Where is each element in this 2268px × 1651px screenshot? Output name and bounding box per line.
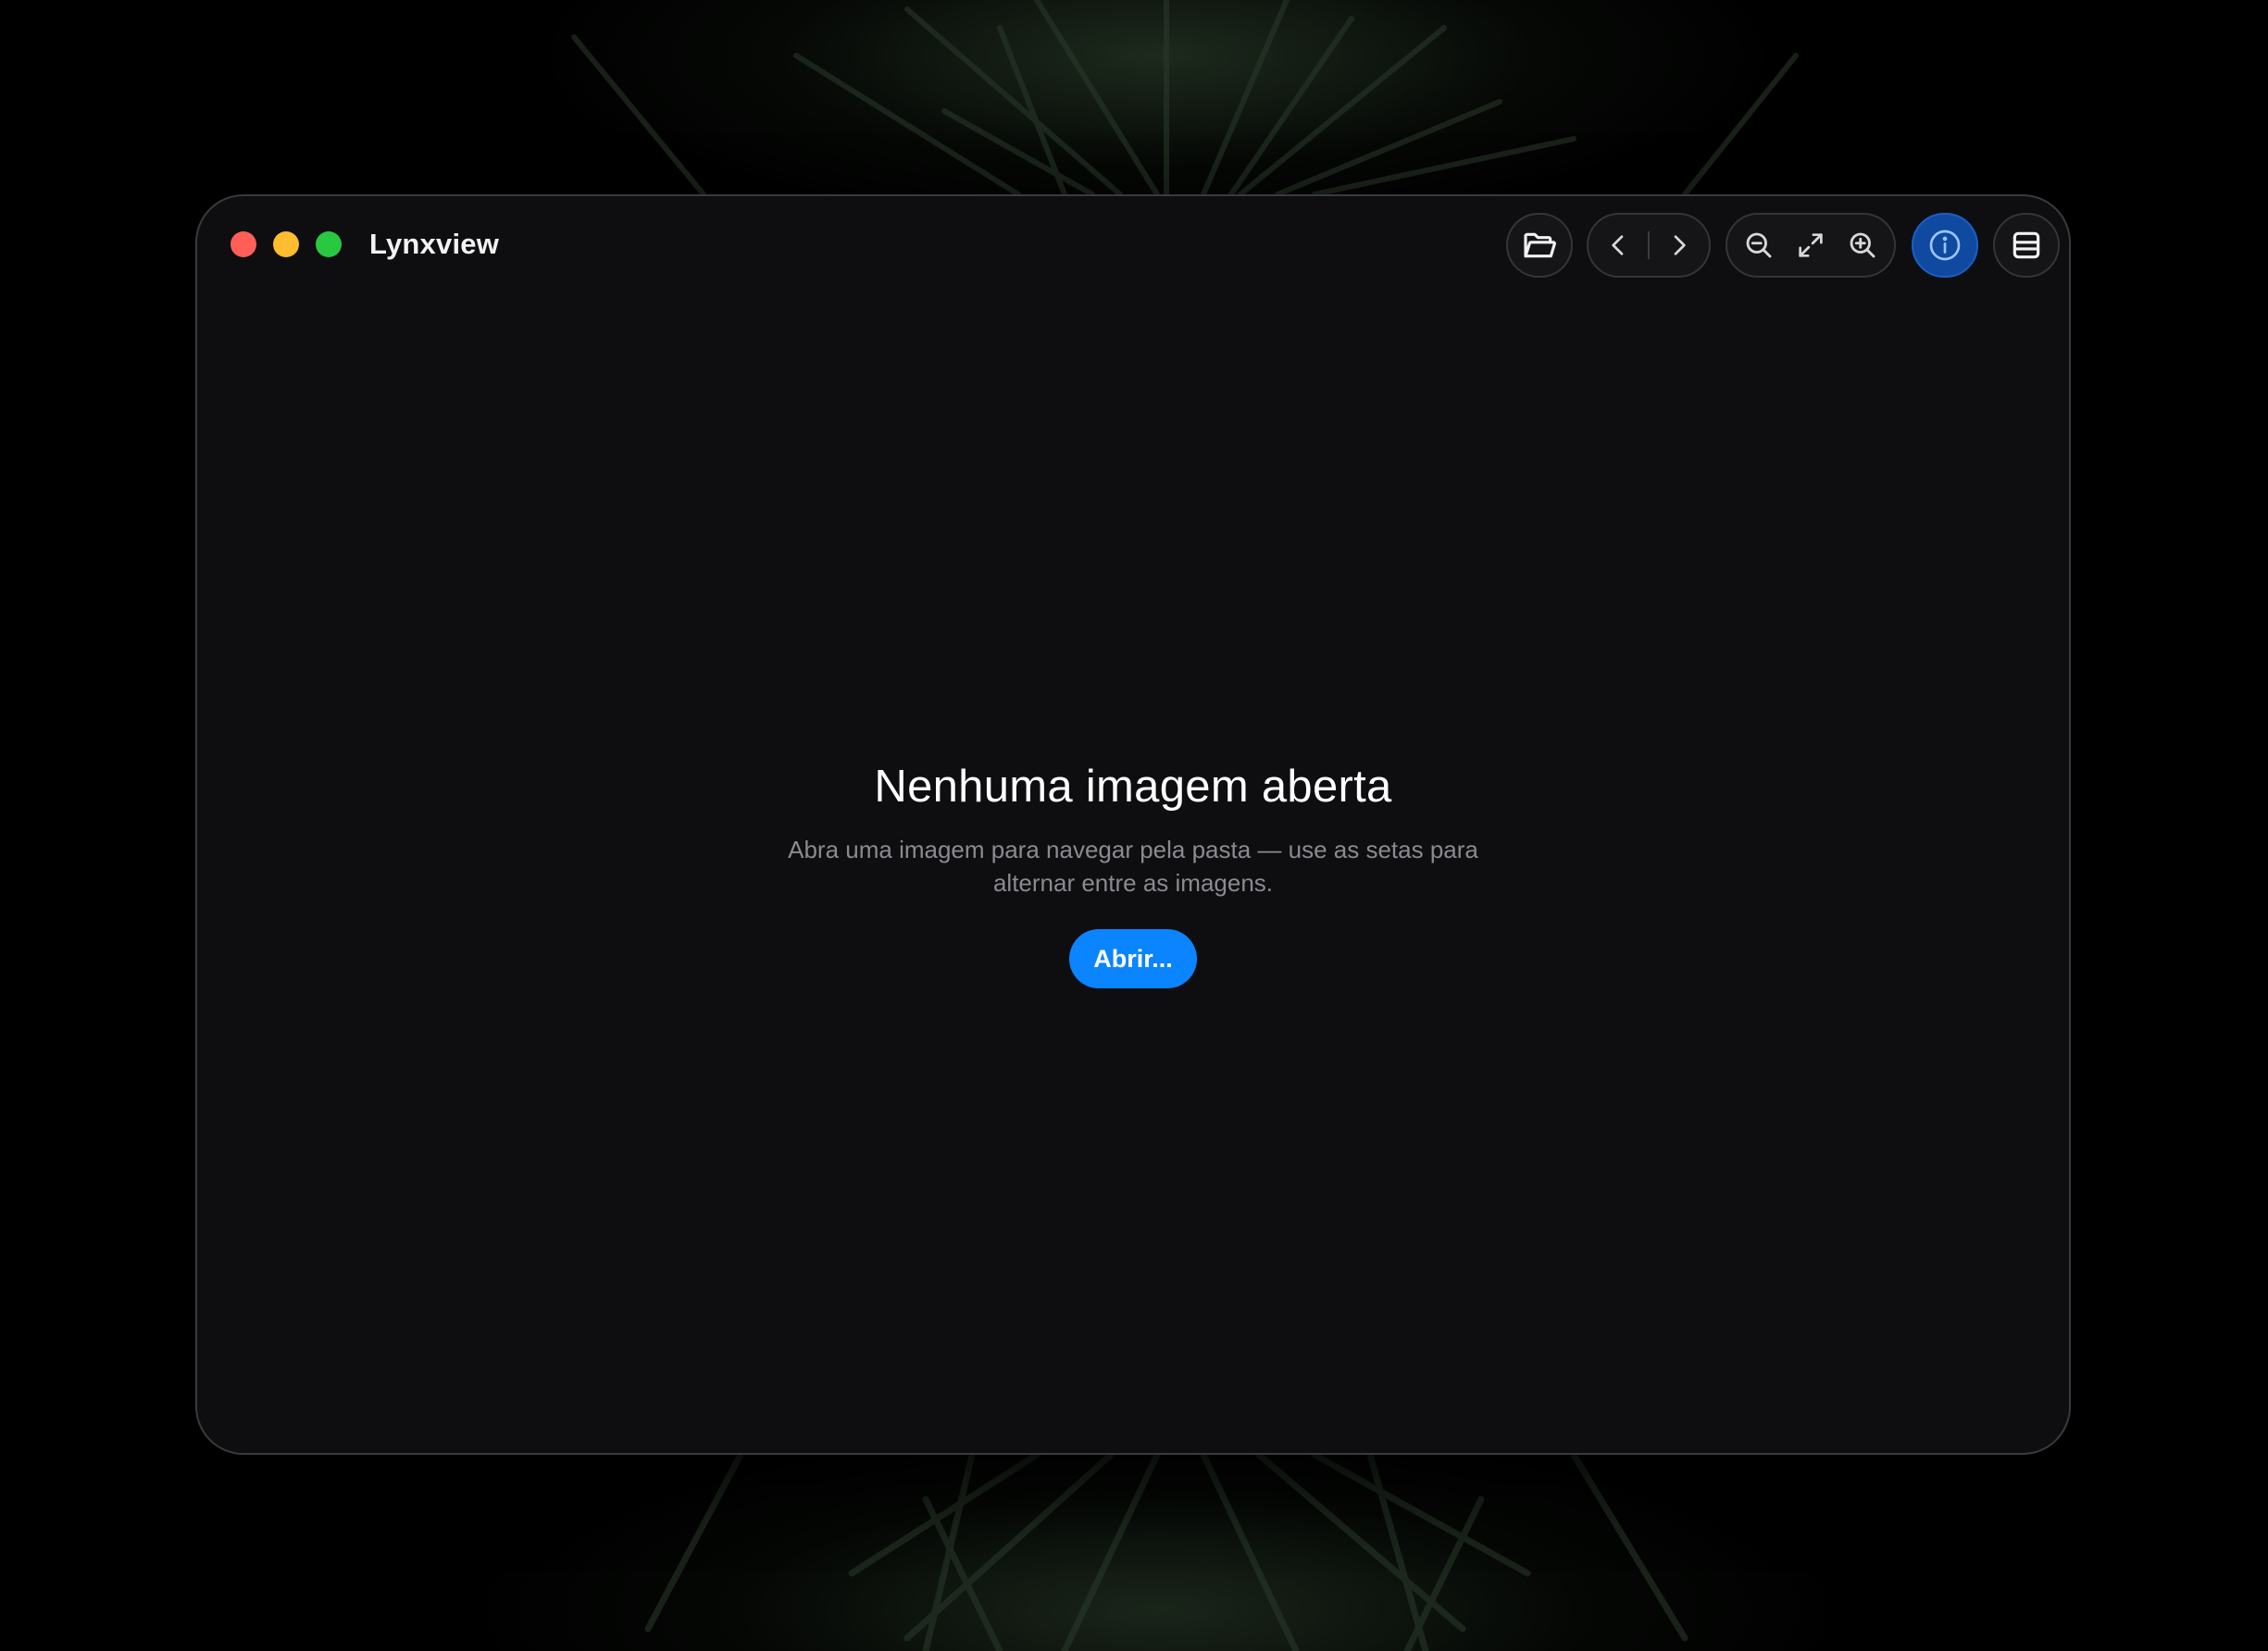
zoom-out-button[interactable] <box>1735 215 1783 276</box>
previous-image-button[interactable] <box>1589 215 1648 276</box>
empty-state-description: Abra uma imagem para navegar pela pasta … <box>788 836 1478 897</box>
info-icon <box>1926 227 1963 264</box>
expand-icon <box>1795 230 1826 261</box>
maximize-window-button[interactable] <box>316 231 342 257</box>
app-window: Lynxview Nenhuma imagem aberta Abra uma … <box>195 194 2071 1455</box>
zoom-in-button[interactable] <box>1838 215 1887 276</box>
title-bar: Lynxview <box>197 196 2069 292</box>
chevron-right-icon <box>1664 230 1694 260</box>
chevron-left-icon <box>1603 230 1633 260</box>
info-button[interactable] <box>1912 213 1978 278</box>
minimize-window-button[interactable] <box>273 231 299 257</box>
fit-to-window-button[interactable] <box>1787 215 1835 276</box>
folder-open-icon <box>1521 227 1558 264</box>
empty-state: Nenhuma imagem aberta Abra uma imagem pa… <box>197 761 2069 988</box>
window-controls <box>231 231 342 257</box>
next-image-button[interactable] <box>1650 215 1709 276</box>
empty-state-title: Nenhuma imagem aberta <box>874 762 1392 812</box>
panel-icon <box>2009 228 2044 263</box>
navigation-group <box>1587 213 1711 278</box>
zoom-group <box>1726 213 1896 278</box>
zoom-in-icon <box>1846 229 1879 262</box>
open-folder-button[interactable] <box>1506 213 1573 278</box>
toggle-panel-button[interactable] <box>1993 213 2060 278</box>
close-window-button[interactable] <box>231 231 256 257</box>
zoom-out-icon <box>1742 229 1776 262</box>
open-image-button[interactable]: Abrir... <box>1069 929 1197 988</box>
app-title: Lynxview <box>369 228 500 260</box>
